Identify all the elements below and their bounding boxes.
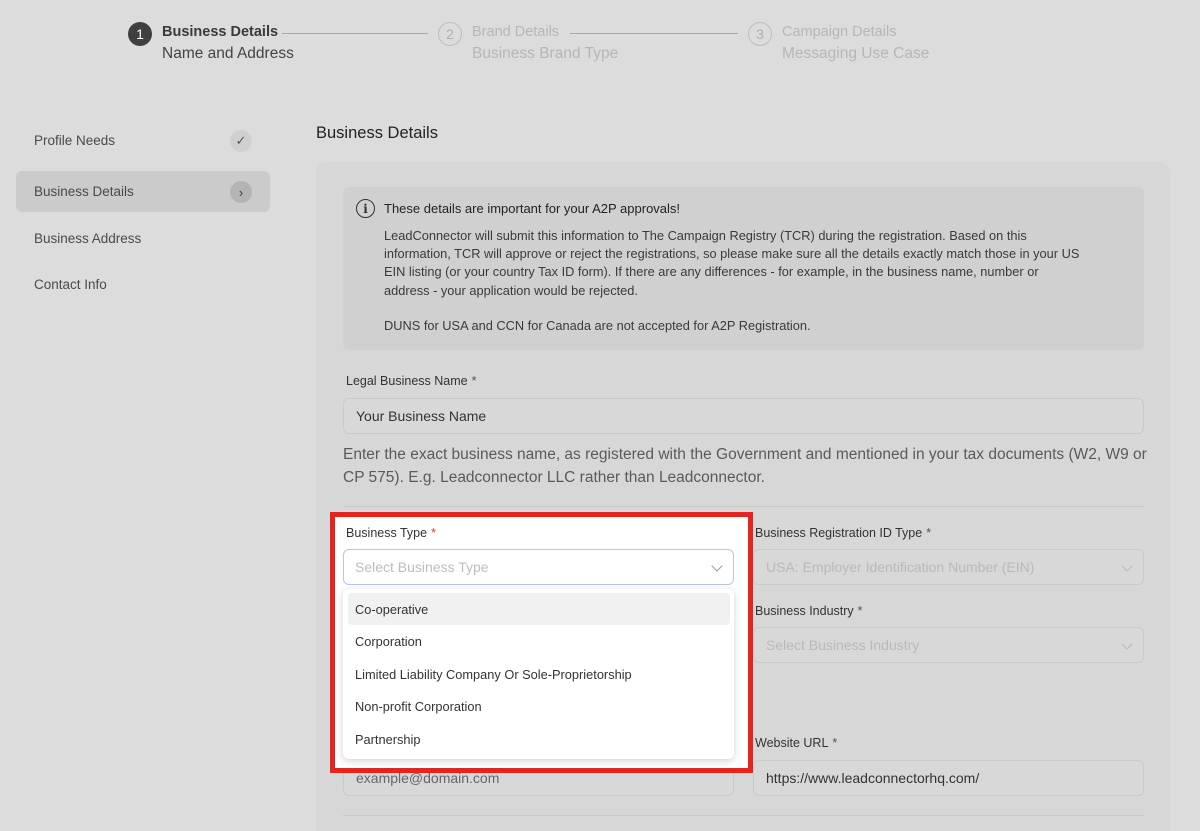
- step-connector: [570, 33, 738, 34]
- legal-name-label: Legal Business Name *: [346, 374, 477, 388]
- business-type-label: Business Type *: [346, 526, 436, 540]
- menu-item-corporation[interactable]: Corporation: [348, 625, 730, 657]
- industry-label: Business Industry *: [755, 604, 863, 618]
- sidebar-item-label: Business Address: [34, 231, 142, 246]
- info-title: These details are important for your A2P…: [384, 201, 681, 216]
- chevron-right-icon: ›: [230, 181, 252, 203]
- sidebar-item-profile-needs[interactable]: Profile Needs ✓: [16, 120, 270, 161]
- sidebar-item-label: Contact Info: [34, 277, 107, 292]
- website-label: Website URL *: [755, 736, 838, 750]
- industry-select[interactable]: Select Business Industry: [753, 627, 1144, 663]
- step-number: 3: [748, 22, 772, 46]
- registration-id-type-label: Business Registration ID Type *: [755, 526, 932, 540]
- step-business-details[interactable]: 1 Business Details Name and Address: [128, 22, 294, 61]
- divider: [343, 506, 1144, 507]
- divider: [343, 815, 1144, 816]
- info-body: LeadConnector will submit this informati…: [384, 228, 1080, 298]
- sidebar-item-label: Profile Needs: [34, 133, 116, 148]
- legal-name-help: Enter the exact business name, as regist…: [343, 446, 1147, 486]
- website-input[interactable]: https://www.leadconnectorhq.com/: [753, 760, 1144, 796]
- step-title: Business Details: [162, 24, 279, 40]
- legal-name-input[interactable]: Your Business Name: [343, 398, 1144, 434]
- chevron-down-icon: [711, 560, 723, 572]
- info-note: DUNS for USA and CCN for Canada are not …: [384, 318, 811, 333]
- menu-item-llc-sole-proprietorship[interactable]: Limited Liability Company Or Sole-Propri…: [348, 658, 730, 690]
- step-number: 2: [438, 22, 462, 46]
- sidebar-item-label: Business Details: [34, 184, 134, 199]
- menu-item-partnership[interactable]: Partnership: [348, 723, 730, 755]
- chevron-down-icon: [1121, 638, 1133, 650]
- step-campaign-details[interactable]: 3 Campaign Details Messaging Use Case: [748, 22, 929, 61]
- sidebar-item-business-details[interactable]: Business Details ›: [16, 171, 270, 212]
- step-subtitle: Business Brand Type: [472, 44, 619, 62]
- step-brand-details[interactable]: 2 Brand Details Business Brand Type: [438, 22, 618, 61]
- step-subtitle: Messaging Use Case: [782, 44, 930, 62]
- chevron-down-icon: [1121, 560, 1133, 572]
- step-subtitle: Name and Address: [162, 44, 294, 62]
- sidebar-item-contact-info[interactable]: Contact Info: [16, 264, 270, 305]
- business-type-select[interactable]: Select Business Type: [343, 549, 734, 585]
- page-title: Business Details: [316, 124, 438, 142]
- step-number: 1: [128, 22, 152, 46]
- sidebar-item-business-address[interactable]: Business Address: [16, 218, 270, 259]
- menu-item-co-operative[interactable]: Co-operative: [348, 593, 730, 625]
- registration-id-type-select[interactable]: USA: Employer Identification Number (EIN…: [753, 549, 1144, 585]
- info-icon: i: [356, 199, 375, 218]
- menu-item-non-profit-corporation[interactable]: Non-profit Corporation: [348, 690, 730, 722]
- step-connector: [282, 33, 428, 34]
- step-title: Campaign Details: [782, 24, 897, 40]
- check-icon: ✓: [230, 130, 252, 152]
- business-type-menu: Co-operative Corporation Limited Liabili…: [343, 589, 734, 759]
